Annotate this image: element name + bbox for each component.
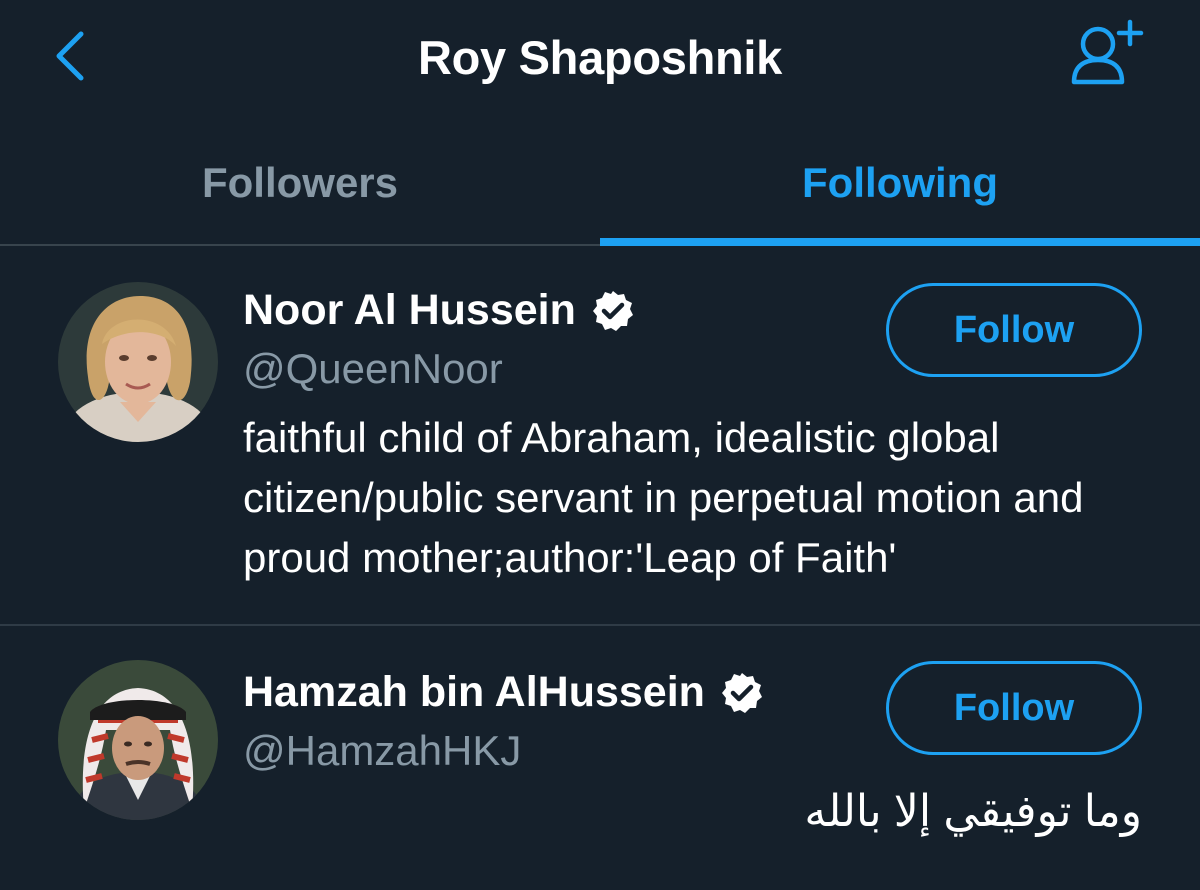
follow-button[interactable]: Follow [886,661,1142,755]
verified-badge-icon [721,672,762,713]
user-list-item[interactable]: Noor Al Hussein @QueenNoor faithful chil… [0,248,1200,626]
tab-following[interactable]: Following [600,120,1200,246]
user-handle: @QueenNoor [243,345,503,392]
tab-bar: Followers Following [0,120,1200,246]
verified-badge-icon [592,290,633,331]
user-handle: @HamzahHKJ [243,727,522,774]
user-bio: وما توفيقي إلا بالله [804,787,1142,836]
active-tab-indicator [600,238,1200,246]
add-user-button[interactable] [1068,18,1148,88]
user-name-line: Noor Al Hussein [243,286,634,335]
top-navigation-bar: Roy Shaposhnik [0,0,1200,112]
user-display-name: Hamzah bin AlHussein [243,668,705,716]
page-title: Roy Shaposhnik [417,31,783,84]
user-display-name: Noor Al Hussein [243,286,576,334]
avatar[interactable] [58,660,218,820]
follow-button[interactable]: Follow [886,283,1142,377]
user-list-item[interactable]: Hamzah bin AlHussein @HamzahHKJ وما توفي… [0,628,1200,890]
user-name-line: Hamzah bin AlHussein [243,668,763,717]
avatar[interactable] [58,282,218,442]
user-bio: faithful child of Abraham, idealistic gl… [243,414,1084,581]
add-user-icon [1071,19,1144,85]
tab-followers[interactable]: Followers [0,120,600,246]
